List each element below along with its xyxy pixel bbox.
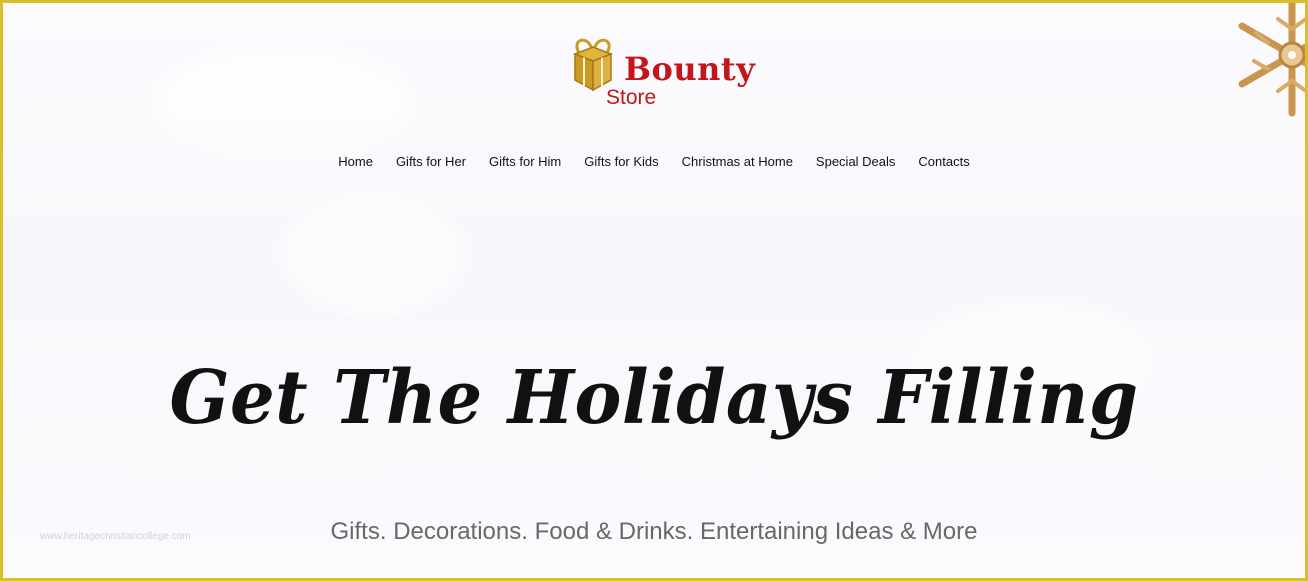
nav-item-home[interactable]: Home <box>338 154 373 169</box>
main-navigation: Home Gifts for Her Gifts for Him Gifts f… <box>3 154 1305 169</box>
nav-item-gifts-for-her[interactable]: Gifts for Her <box>396 154 466 169</box>
nav-item-contacts[interactable]: Contacts <box>918 154 969 169</box>
page-frame: Bounty Store Home Gifts for Her Gifts fo… <box>3 3 1305 578</box>
hero-subtitle: Gifts. Decorations. Food & Drinks. Enter… <box>330 518 978 545</box>
nav-item-christmas-at-home[interactable]: Christmas at Home <box>682 154 793 169</box>
hero-title: Get The Holidays Filling <box>169 355 1139 441</box>
nav-item-special-deals[interactable]: Special Deals <box>816 154 896 169</box>
gift-box-icon <box>572 38 614 92</box>
snowflake-ornament-icon <box>1238 3 1305 117</box>
nav-item-gifts-for-kids[interactable]: Gifts for Kids <box>584 154 658 169</box>
logo[interactable]: Bounty Store <box>568 37 755 111</box>
brand-name-bottom: Store <box>606 86 657 109</box>
watermark: www.heritagechristiancollege.com <box>40 531 191 542</box>
background-haze <box>283 193 463 313</box>
nav-item-gifts-for-him[interactable]: Gifts for Him <box>489 154 561 169</box>
brand-name-top: Bounty <box>624 50 756 88</box>
background-haze <box>153 43 413 163</box>
